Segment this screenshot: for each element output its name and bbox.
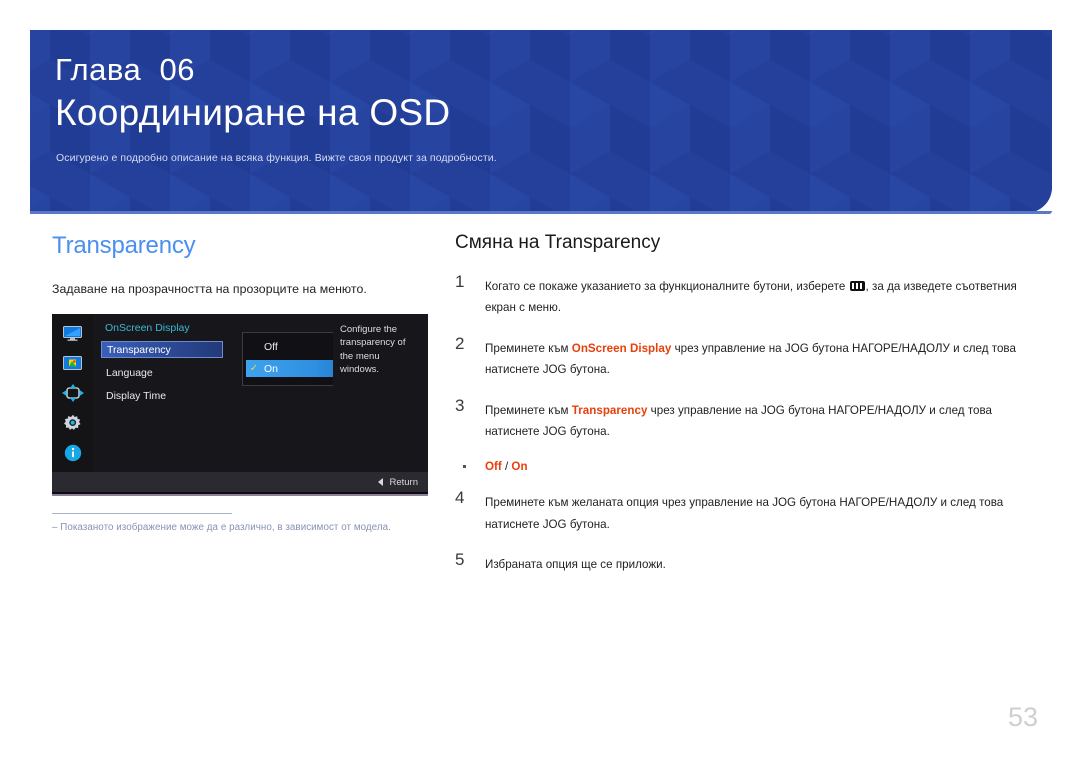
procedure-step: 1 Когато се покаже указанието за функцио… bbox=[455, 272, 1035, 319]
chapter-label-line: Глава 06 bbox=[55, 52, 195, 88]
step-number: 2 bbox=[455, 333, 465, 353]
picture-icon bbox=[62, 353, 84, 373]
option-on: On bbox=[511, 459, 528, 473]
option-off: Off bbox=[485, 459, 502, 473]
osd-option-label: On bbox=[264, 362, 279, 375]
osd-footer-bar: Return bbox=[52, 472, 428, 492]
gear-icon bbox=[62, 413, 84, 433]
osd-item-display-time[interactable]: Display Time bbox=[101, 387, 223, 404]
osd-item-language[interactable]: Language bbox=[101, 364, 223, 381]
chapter-number: 06 bbox=[159, 52, 195, 87]
osd-icon-rail bbox=[52, 314, 93, 474]
step-text: Преминете към OnScreen Display чрез упра… bbox=[485, 338, 1035, 381]
osd-item-label: Language bbox=[106, 366, 153, 379]
osd-option-label: Off bbox=[264, 340, 278, 353]
document-page: Глава 06 Координиране на OSD Осигурено е… bbox=[0, 0, 1080, 763]
procedure-title: Смяна на Transparency bbox=[455, 232, 661, 253]
step-highlight: OnScreen Display bbox=[571, 341, 672, 355]
procedure-step: 3 Преминете към Transparency чрез управл… bbox=[455, 396, 1035, 443]
note-divider bbox=[52, 513, 232, 514]
chapter-title: Координиране на OSD bbox=[55, 92, 451, 133]
procedure-step: 2 Преминете към OnScreen Display чрез уп… bbox=[455, 334, 1035, 381]
osd-menu-panel: OnScreen Display Transparency Language D… bbox=[93, 314, 364, 474]
osd-menu-mockup: OnScreen Display Transparency Language D… bbox=[52, 314, 428, 496]
procedure-step: 5 Избраната опция ще се приложи. bbox=[455, 550, 1035, 575]
chapter-banner: Глава 06 Координиране на OSD Осигурено е… bbox=[30, 30, 1052, 213]
dpad-icon bbox=[61, 383, 84, 403]
info-icon bbox=[62, 443, 84, 463]
step-text: Избраната опция ще се приложи. bbox=[485, 558, 666, 572]
chapter-label: Глава bbox=[55, 52, 142, 87]
osd-description-panel: Configure the transparency of the menu w… bbox=[333, 314, 428, 474]
model-note: – Показаното изображение може да е разли… bbox=[52, 522, 391, 533]
section-title: Transparency bbox=[52, 232, 196, 259]
menu-button-icon bbox=[849, 281, 865, 291]
option-bullet-row: Off / On bbox=[455, 458, 1035, 477]
step-text: Преминете към Transparency чрез управлен… bbox=[485, 400, 1035, 443]
step-text: Когато се покаже указанието за функциона… bbox=[485, 276, 1035, 319]
step-number: 1 bbox=[455, 272, 465, 291]
right-column: Смяна на Transparency 1 Когато се покаже… bbox=[455, 232, 1035, 594]
step-number: 4 bbox=[455, 488, 465, 508]
step-number: 3 bbox=[455, 395, 465, 415]
check-icon: ✓ bbox=[249, 363, 259, 374]
step-text: Преминете към желаната опция чрез управл… bbox=[485, 496, 1004, 531]
monitor-icon bbox=[62, 323, 84, 343]
step-text-before: Когато се покаже указанието за функциона… bbox=[485, 280, 849, 293]
osd-return-label[interactable]: Return bbox=[389, 477, 418, 488]
banner-subtitle: Осигурено е подробно описание на всяка ф… bbox=[56, 152, 497, 164]
banner-underline bbox=[30, 211, 1052, 214]
step-highlight: Transparency bbox=[571, 403, 648, 417]
step-number: 5 bbox=[455, 550, 465, 570]
step-text-before: Преминете към bbox=[485, 403, 572, 417]
osd-item-label: Transparency bbox=[107, 343, 171, 356]
bullet-dot-icon bbox=[463, 464, 466, 468]
osd-item-label: Display Time bbox=[106, 389, 167, 402]
return-arrow-icon bbox=[378, 478, 384, 486]
procedure-step: 4 Преминете към желаната опция чрез упра… bbox=[455, 488, 1035, 535]
section-description: Задаване на прозрачността на прозорците … bbox=[52, 282, 367, 296]
left-column: Transparency Задаване на прозрачността н… bbox=[52, 232, 442, 533]
option-separator: / bbox=[501, 459, 512, 473]
step-text-before: Преминете към bbox=[485, 341, 572, 355]
osd-item-transparency[interactable]: Transparency bbox=[101, 341, 223, 358]
osd-menu-heading: OnScreen Display bbox=[105, 322, 190, 334]
page-number: 53 bbox=[1007, 702, 1038, 732]
